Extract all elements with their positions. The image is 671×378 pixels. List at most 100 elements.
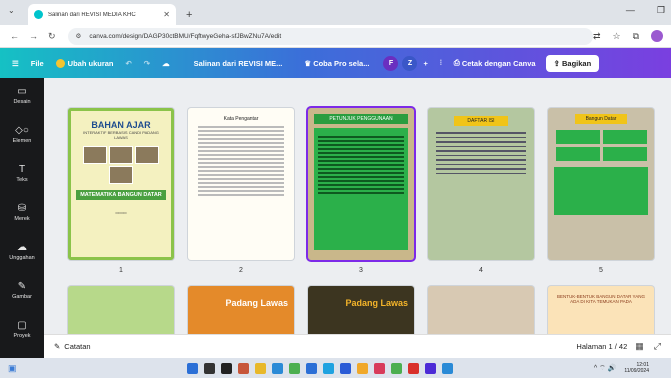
resize-label: Ubah ukuran	[67, 58, 114, 68]
app-icon[interactable]	[322, 362, 334, 374]
page-thumbnail-1[interactable]: BAHAN AJAR INTERAKTIF BERBASIS CANDI PAD…	[68, 108, 174, 260]
row2-title-8: Padang Lawas	[345, 298, 408, 308]
page-number: 3	[359, 267, 363, 274]
tab-search-icon[interactable]: ⌄	[8, 6, 15, 15]
notes-label: Catatan	[64, 342, 91, 351]
page-thumbnail-4[interactable]: DAFTAR ISI	[428, 108, 534, 260]
app-icon[interactable]	[373, 362, 385, 374]
new-tab-button[interactable]: +	[186, 9, 192, 21]
reload-icon[interactable]: ↻	[48, 31, 56, 42]
sidebar-item-uploads[interactable]: ☁ Unggahan	[0, 234, 44, 273]
page-thumbnail-8[interactable]: Padang Lawas	[308, 286, 414, 334]
file-explorer-icon[interactable]	[254, 362, 266, 374]
add-people-icon[interactable]: +	[423, 59, 427, 68]
cover-footer: ▭▭▭	[115, 210, 127, 215]
address-bar[interactable]: ⚙ canva.com/design/DAGP30ctBMU/FqftwyeGe…	[67, 27, 593, 45]
app-icon[interactable]	[339, 362, 351, 374]
page-thumbnail-6[interactable]	[68, 286, 174, 334]
clock[interactable]: 12:01 11/09/2024	[624, 362, 649, 374]
grid-view-icon[interactable]: ▦	[635, 341, 644, 352]
folder-icon: ▢	[17, 320, 27, 331]
app-icon[interactable]	[441, 362, 453, 374]
print-with-canva-button[interactable]: ⎙ Cetak dengan Canva	[454, 58, 536, 68]
sidebar-item-text[interactable]: T Teks	[0, 156, 44, 195]
os-taskbar: ▣ ^ ⌔ 🔊 12:01 11/09/2024	[0, 358, 671, 378]
page-number: 4	[479, 267, 483, 274]
translate-icon[interactable]: ⇄	[593, 31, 601, 42]
back-icon[interactable]: ←	[10, 31, 19, 41]
undo-icon[interactable]: ↶	[126, 59, 132, 68]
sidebar-item-design[interactable]: ▭ Desain	[0, 78, 44, 117]
app-icon[interactable]	[407, 362, 419, 374]
task-view-icon[interactable]	[220, 362, 232, 374]
sidebar-item-projects[interactable]: ▢ Proyek	[0, 312, 44, 351]
app-icon[interactable]	[288, 362, 300, 374]
page-thumbnail-10[interactable]: BENTUK-BENTUK BANGUN DATAR YANG ADA DI K…	[548, 286, 654, 334]
taskbar-apps	[186, 362, 453, 374]
app-icon[interactable]	[424, 362, 436, 374]
cover-subtitle: INTERAKTIF BERBASIS CANDI PADANG LAWAS	[83, 130, 159, 140]
page-grid: BAHAN AJAR INTERAKTIF BERBASIS CANDI PAD…	[44, 78, 671, 334]
search-icon[interactable]	[203, 362, 215, 374]
tab-title: Salinan dari REVISI MEDIA KHC	[48, 11, 136, 18]
clock-date: 11/09/2024	[624, 368, 649, 374]
sidebar-item-brand[interactable]: ⛁ Merek	[0, 195, 44, 234]
redo-icon[interactable]: ↷	[144, 59, 150, 68]
extensions-icon[interactable]: ⧉	[633, 31, 639, 42]
page-number: 5	[599, 267, 603, 274]
page-number: 2	[239, 267, 243, 274]
page-thumbnail-3[interactable]: PETUNJUK PENGGUNAAN	[308, 108, 414, 260]
analytics-icon[interactable]: ⫶	[440, 58, 442, 68]
browser-actions: ⇄ ☆ ⧉	[593, 30, 663, 42]
share-label: Bagikan	[561, 58, 592, 68]
fullscreen-icon[interactable]: ⤢	[654, 341, 661, 352]
bookmark-star-icon[interactable]: ☆	[612, 31, 620, 42]
sidebar-label: Teks	[16, 177, 28, 183]
window-controls: — ❐	[626, 5, 665, 16]
row2-title-10: BENTUK-BENTUK BANGUN DATAR YANG ADA DI K…	[557, 294, 645, 304]
notes-icon: ✎	[54, 342, 61, 351]
page-thumbnail-5[interactable]: Bangun Datar	[548, 108, 654, 260]
close-tab-icon[interactable]: ✕	[163, 10, 170, 19]
notes-button[interactable]: ✎ Catatan	[54, 342, 91, 351]
file-menu[interactable]: File	[31, 59, 44, 68]
collaborator-avatar-f[interactable]: F	[383, 55, 399, 71]
layout-icon: ▭	[17, 86, 27, 97]
cloud-sync-icon[interactable]: ☁	[162, 59, 170, 68]
try-pro-button[interactable]: ♛ Coba Pro sela...	[304, 59, 369, 68]
sidebar-label: Proyek	[13, 333, 31, 339]
app-icon[interactable]	[271, 362, 283, 374]
text-icon: T	[18, 164, 26, 175]
site-info-icon[interactable]: ⚙	[76, 32, 82, 40]
page-indicator[interactable]: Halaman 1 / 42	[576, 342, 627, 351]
printer-icon: ⎙	[453, 58, 462, 67]
share-icon: ⇪	[553, 58, 562, 68]
share-button[interactable]: ⇪ Bagikan	[545, 54, 600, 72]
browser-tab[interactable]: Salinan dari REVISI MEDIA KHC ✕	[28, 4, 176, 25]
page-number: 1	[119, 267, 123, 274]
collaborator-avatar-z[interactable]: Z	[402, 55, 418, 71]
maximize-icon[interactable]: ❐	[657, 5, 665, 16]
chrome-icon[interactable]	[390, 362, 402, 374]
sidebar-item-elements[interactable]: ◇○ Elemen	[0, 117, 44, 156]
sidebar-item-draw[interactable]: ✎ Gambar	[0, 273, 44, 312]
page-thumbnail-7[interactable]: Padang Lawas	[188, 286, 294, 334]
document-title[interactable]: Salinan dari REVISI ME...	[194, 59, 283, 68]
edge-icon[interactable]	[305, 362, 317, 374]
start-icon[interactable]	[186, 362, 198, 374]
crown-icon	[55, 58, 65, 68]
page-thumbnail-2[interactable]: Kata Pengantar	[188, 108, 294, 260]
app-icon[interactable]	[237, 362, 249, 374]
cover-math-title: MATEMATIKA BANGUN DATAR	[76, 190, 166, 200]
forward-icon[interactable]: →	[29, 31, 38, 41]
system-tray-icons[interactable]: ^ ⌔ 🔊	[594, 364, 616, 373]
menu-icon[interactable]: ☰	[12, 59, 19, 68]
page-thumbnail-9[interactable]	[428, 286, 534, 334]
minimize-icon[interactable]: —	[626, 5, 635, 16]
try-pro-label: Coba Pro sela...	[313, 58, 370, 68]
resize-button[interactable]: Ubah ukuran	[55, 58, 114, 68]
canva-favicon-icon	[34, 10, 43, 19]
app-icon[interactable]	[356, 362, 368, 374]
profile-avatar-icon[interactable]	[651, 30, 663, 42]
widgets-icon[interactable]: ▣	[8, 363, 17, 374]
